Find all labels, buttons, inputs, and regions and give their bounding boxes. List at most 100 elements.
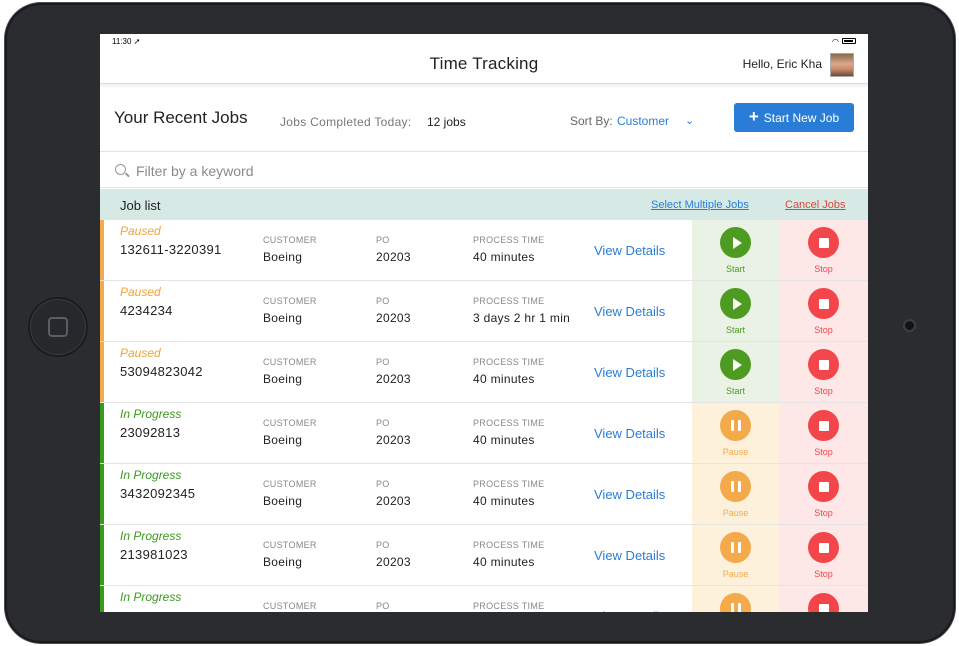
customer-value: Boeing: [263, 494, 303, 508]
job-status: In Progress: [120, 407, 182, 421]
view-details-link[interactable]: View Details: [594, 609, 665, 612]
filter-input[interactable]: [136, 161, 636, 181]
camera-icon: [903, 319, 916, 332]
stop-icon: [818, 359, 829, 370]
job-id: 4234234: [120, 303, 173, 318]
stop-button[interactable]: [808, 288, 839, 319]
view-details-link[interactable]: View Details: [594, 548, 665, 563]
chevron-down-icon[interactable]: ⌄: [685, 114, 694, 127]
play-icon: [732, 358, 742, 371]
view-details-link[interactable]: View Details: [594, 487, 665, 502]
process-time-value: 40 minutes: [473, 372, 535, 386]
status-stripe: [100, 403, 104, 463]
view-details-link[interactable]: View Details: [594, 243, 665, 258]
stop-button[interactable]: [808, 410, 839, 441]
customer-value: Boeing: [263, 555, 303, 569]
table-row: Paused 4234234 CUSTOMER Boeing PO 20203 …: [100, 281, 868, 342]
job-list-title: Job list: [120, 198, 161, 213]
job-id: 23092813: [120, 425, 181, 440]
process-time-label: PROCESS TIME: [473, 357, 545, 367]
section-title: Your Recent Jobs: [114, 108, 248, 127]
start-button[interactable]: [720, 227, 751, 258]
pause-button[interactable]: [720, 532, 751, 563]
po-value: 20203: [376, 372, 411, 386]
cancel-jobs-link[interactable]: Cancel Jobs: [785, 199, 846, 211]
view-details-link[interactable]: View Details: [594, 426, 665, 441]
job-id: 132611-3220391: [120, 242, 222, 257]
start-new-job-label: Start New Job: [763, 110, 840, 125]
start-button[interactable]: [720, 349, 751, 380]
stop-button[interactable]: [808, 349, 839, 380]
avatar[interactable]: [830, 53, 854, 77]
job-status: Paused: [120, 346, 161, 360]
process-time-label: PROCESS TIME: [473, 601, 545, 611]
home-square-icon: [48, 317, 68, 337]
stop-cell: Stop: [779, 586, 868, 612]
table-row: In Progress 23092813 CUSTOMER Boeing PO …: [100, 403, 868, 464]
pause-button[interactable]: [720, 593, 751, 612]
customer-value: Boeing: [263, 311, 303, 325]
stop-label: Stop: [814, 264, 833, 274]
pause-label: Pause: [722, 569, 749, 579]
stop-icon: [818, 237, 829, 248]
status-time: 11:30 ➚: [112, 36, 141, 46]
start-button[interactable]: [720, 288, 751, 319]
customer-label: CUSTOMER: [263, 601, 317, 611]
process-time-label: PROCESS TIME: [473, 418, 545, 428]
process-time-label: PROCESS TIME: [473, 235, 545, 245]
view-details-link[interactable]: View Details: [594, 365, 665, 380]
pause-button[interactable]: [720, 410, 751, 441]
process-time-label: PROCESS TIME: [473, 540, 545, 550]
status-stripe: [100, 525, 104, 585]
customer-label: CUSTOMER: [263, 235, 317, 245]
stop-button[interactable]: [808, 227, 839, 258]
stop-label: Stop: [814, 508, 833, 518]
process-time-label: PROCESS TIME: [473, 296, 545, 306]
sort-label: Sort By:: [570, 114, 613, 128]
process-time-value: 3 days 2 hr 1 min: [473, 311, 571, 325]
job-id: 53094823042: [120, 364, 203, 379]
home-button[interactable]: [28, 297, 88, 357]
stop-icon: [818, 603, 829, 612]
stop-cell: Stop: [779, 525, 868, 585]
po-value: 20203: [376, 494, 411, 508]
status-stripe: [100, 342, 104, 402]
job-list-header: Job list Select Multiple Jobs Cancel Job…: [100, 189, 868, 220]
customer-value: Boeing: [263, 250, 303, 264]
job-list: Paused 132611-3220391 CUSTOMER Boeing PO…: [100, 220, 868, 612]
po-label: PO: [376, 235, 390, 245]
stop-icon: [818, 481, 829, 492]
wifi-icon: ◠: [832, 36, 839, 46]
job-status: In Progress: [120, 468, 182, 482]
select-multiple-jobs-link[interactable]: Select Multiple Jobs: [651, 199, 749, 211]
stop-button[interactable]: [808, 471, 839, 502]
stop-button[interactable]: [808, 532, 839, 563]
status-stripe: [100, 281, 104, 341]
jobs-completed-value: 12 jobs: [427, 115, 466, 129]
customer-label: CUSTOMER: [263, 418, 317, 428]
table-row: In Progress CUSTOMER PO PROCESS TIME Vie…: [100, 586, 868, 612]
pause-icon: [730, 481, 741, 492]
status-indicators: ◠: [832, 37, 856, 46]
table-row: Paused 53094823042 CUSTOMER Boeing PO 20…: [100, 342, 868, 403]
po-value: 20203: [376, 555, 411, 569]
start-new-job-button[interactable]: + Start New Job: [734, 103, 854, 132]
po-value: 20203: [376, 433, 411, 447]
job-status: Paused: [120, 285, 161, 299]
sort-dropdown[interactable]: Customer: [617, 114, 669, 128]
nav-bar: Time Tracking Hello, Eric Kha: [100, 48, 868, 84]
process-time-value: 40 minutes: [473, 555, 535, 569]
stop-button[interactable]: [808, 593, 839, 612]
po-value: 20203: [376, 250, 411, 264]
play-icon: [732, 297, 742, 310]
po-label: PO: [376, 418, 390, 428]
stop-cell: Stop: [779, 403, 868, 463]
pause-button[interactable]: [720, 471, 751, 502]
search-icon: [115, 164, 126, 175]
status-stripe: [100, 464, 104, 524]
view-details-link[interactable]: View Details: [594, 304, 665, 319]
status-stripe: [100, 220, 104, 280]
start-cell: Start: [692, 342, 779, 402]
table-row: In Progress 3432092345 CUSTOMER Boeing P…: [100, 464, 868, 525]
customer-value: Boeing: [263, 372, 303, 386]
